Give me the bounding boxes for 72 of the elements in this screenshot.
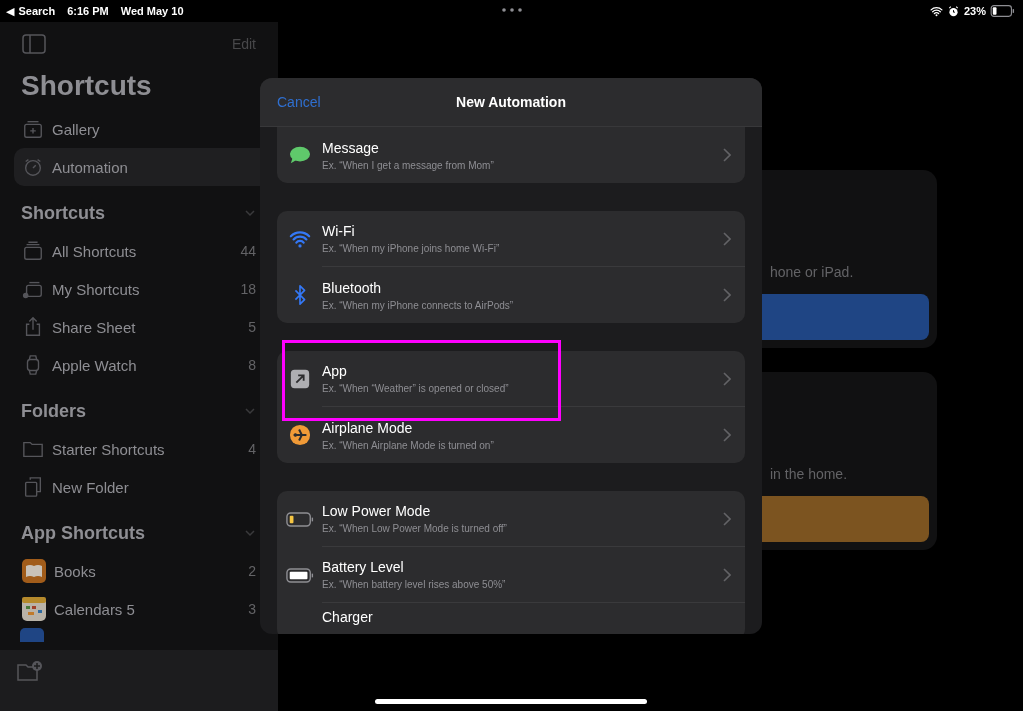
sidebar-title: Shortcuts [21, 70, 153, 102]
chevron-right-icon [723, 511, 731, 526]
more-dots-icon[interactable] [502, 8, 522, 12]
row-title: Message [322, 139, 380, 156]
wifi-icon [288, 228, 311, 250]
row-example: Ex. “When my iPhone connects to AirPods” [322, 299, 514, 311]
chevron-right-icon [723, 567, 731, 582]
chevron-right-icon [723, 288, 731, 302]
chevron-right-icon [723, 371, 731, 386]
calendar-app-icon [22, 597, 46, 621]
trigger-row[interactable]: Charger [277, 603, 745, 634]
section-heading: Folders [21, 400, 86, 422]
trigger-row[interactable]: Airplane Mode Ex. “When Airplane Mode is turned on” [277, 407, 745, 463]
trigger-row[interactable]: Message Ex. “When I get a message from Mom” [277, 127, 745, 183]
row-example: Ex. “When battery level rises above 50%” [322, 579, 506, 590]
row-example: Ex. “When “Weather” is opened or closed” [322, 383, 509, 394]
card-text: in the home. [770, 466, 848, 482]
chevron-right-icon [723, 148, 731, 162]
card-text: hone or iPad. [770, 264, 854, 280]
sidebar-item[interactable]: Starter Shortcuts 4 [14, 430, 278, 468]
sidebar-toggle-icon[interactable] [22, 34, 46, 54]
gallery-icon [22, 118, 44, 140]
chevron-right-icon [723, 231, 731, 246]
row-example: Ex. “When I get a message from Mom” [322, 159, 494, 171]
row-example: Ex. “When Low Power Mode is turned off” [322, 523, 507, 534]
row-title: App [322, 363, 348, 379]
trigger-row[interactable]: Low Power Mode Ex. “When Low Power Mode is turned off” [277, 491, 745, 547]
chevron-right-icon [723, 428, 731, 442]
trigger-row[interactable]: Wi-Fi Ex. “When my iPhone joins home Wi-Fi” [277, 211, 745, 267]
battery-icon [285, 567, 314, 583]
sidebar-item[interactable]: Gallery [14, 110, 278, 148]
arrow-square-icon [288, 368, 311, 390]
speech-bubble-icon [288, 144, 311, 166]
stack-icon [22, 240, 44, 262]
row-example: Ex. “When my iPhone joins home Wi-Fi” [322, 243, 500, 254]
trigger-row[interactable]: App Ex. “When “Weather” is opened or closed” [277, 351, 745, 407]
sidebar-item[interactable]: All Shortcuts 44 [14, 232, 278, 270]
book-app-icon [22, 559, 46, 583]
battery-percentage: 23% [963, 5, 986, 17]
row-title: Airplane Mode [322, 419, 414, 436]
wifi-signal-icon [929, 5, 943, 17]
row-title: Low Power Mode [322, 503, 432, 519]
new-folder-icon[interactable] [17, 660, 43, 682]
section-heading: Shortcuts [21, 202, 105, 224]
modal-title: New Automation [456, 94, 566, 110]
time: 6:16 PM [67, 5, 109, 17]
sidebar-item[interactable]: Books 2 [14, 552, 278, 590]
chevron-icon[interactable] [244, 207, 256, 219]
date: Wed May 10 [120, 5, 184, 17]
back-arrow[interactable]: ◀ [6, 4, 15, 18]
sidebar-item[interactable]: Apple Watch 8 [14, 346, 278, 384]
section-heading: App Shortcuts [21, 522, 145, 544]
sidebar-item[interactable]: My Shortcuts 18 [14, 270, 278, 308]
row-example: Ex. “When Airplane Mode is turned on” [322, 439, 494, 451]
clock-icon [22, 156, 44, 178]
alarm-icon [946, 5, 960, 17]
back-link[interactable]: Search [18, 5, 56, 17]
row-title: Bluetooth [322, 279, 383, 296]
documents-icon [22, 476, 44, 498]
chevron-icon[interactable] [244, 405, 256, 417]
status-battery-icon [990, 5, 1015, 17]
sidebar-item[interactable]: Share Sheet 5 [14, 308, 278, 346]
sidebar-item[interactable]: Calendars 5 3 [14, 590, 278, 628]
sidebar-item[interactable]: New Folder [14, 468, 278, 506]
trigger-row[interactable]: Bluetooth Ex. “When my iPhone connects to AirPods” [277, 267, 745, 323]
row-title: Battery Level [322, 559, 405, 575]
row-title: Charger [322, 609, 373, 625]
trigger-row[interactable]: Battery Level Ex. “When battery level rises above 50%” [277, 547, 745, 603]
row-title: Wi-Fi [322, 223, 356, 239]
airplane-icon [288, 424, 311, 446]
low-battery-icon [285, 511, 314, 527]
chevron-icon[interactable] [244, 527, 256, 539]
